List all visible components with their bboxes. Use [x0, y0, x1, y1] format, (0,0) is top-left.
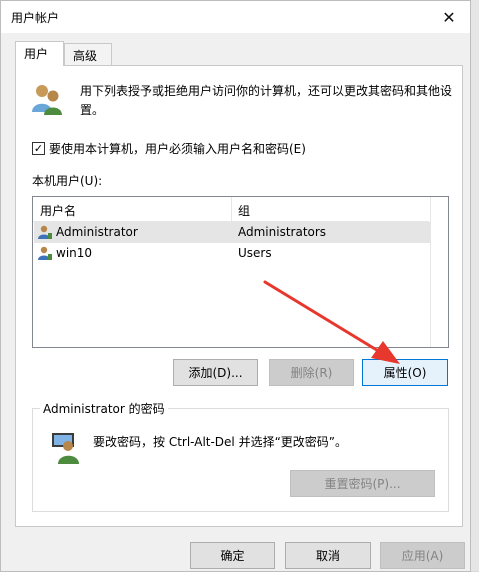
password-instructions: 要改密码，按 Ctrl-Alt-Del 并选择“更改密码”。 [93, 435, 348, 449]
title-bar: 用户帐户 ✕ [1, 1, 470, 33]
users-icon [32, 85, 62, 115]
close-icon: ✕ [442, 7, 456, 27]
user-password-icon [52, 433, 79, 464]
column-header-username[interactable]: 用户名 [40, 202, 76, 219]
intro-text: 用下列表授予或拒绝用户访问你的计算机，还可以更改其密码和其他设置。 [80, 84, 453, 117]
cell-username: win10 [56, 246, 93, 260]
background-window-bottom [0, 571, 479, 588]
require-login-row: ✓ 要使用本计算机，用户必须输入用户名和密码(E) [32, 140, 306, 157]
list-header: 用户名 组 [33, 197, 429, 222]
user-icon [38, 225, 52, 239]
password-group-title: Administrator 的密码 [40, 400, 168, 417]
cancel-button[interactable]: 取消 [285, 542, 371, 569]
password-group: Administrator 的密码 要改密码，按 Ctrl-Alt-Del 并选… [32, 400, 449, 512]
add-user-button[interactable]: 添加(D)... [173, 359, 258, 386]
remove-user-button[interactable]: 删除(R) [269, 359, 354, 386]
cell-username: Administrator [56, 225, 138, 239]
require-login-label[interactable]: 要使用本计算机，用户必须输入用户名和密码(E) [49, 140, 306, 157]
properties-button[interactable]: 属性(O) [362, 359, 448, 386]
column-separator[interactable] [231, 197, 232, 221]
cell-group: Users [238, 246, 272, 260]
tab-users[interactable]: 用户 [15, 41, 64, 66]
require-login-checkbox[interactable]: ✓ [32, 142, 45, 155]
users-list-label: 本机用户(U): [32, 174, 103, 188]
column-header-group[interactable]: 组 [238, 202, 250, 219]
window-title: 用户帐户 [11, 11, 60, 25]
tab-advanced[interactable]: 高级 [64, 43, 112, 65]
table-row[interactable]: Administrator Administrators [34, 222, 430, 243]
ok-button[interactable]: 确定 [190, 542, 275, 569]
table-row[interactable]: win10 Users [34, 243, 430, 264]
apply-button[interactable]: 应用(A) [380, 542, 465, 569]
users-list[interactable]: 用户名 组 Administrator Administrators win10… [32, 196, 449, 348]
cell-group: Administrators [238, 225, 327, 239]
list-scrollbar[interactable] [430, 197, 448, 347]
user-accounts-dialog: 用户帐户 ✕ 用户 高级 用下列表授予或拒绝用户访问你的计算机，还可以更改其密码… [0, 0, 471, 572]
background-window-edge [470, 0, 479, 588]
reset-password-button[interactable]: 重置密码(P)... [290, 470, 435, 497]
user-icon [38, 246, 52, 260]
users-tab-panel: 用下列表授予或拒绝用户访问你的计算机，还可以更改其密码和其他设置。 ✓ 要使用本… [15, 65, 463, 527]
close-button[interactable]: ✕ [428, 1, 470, 33]
